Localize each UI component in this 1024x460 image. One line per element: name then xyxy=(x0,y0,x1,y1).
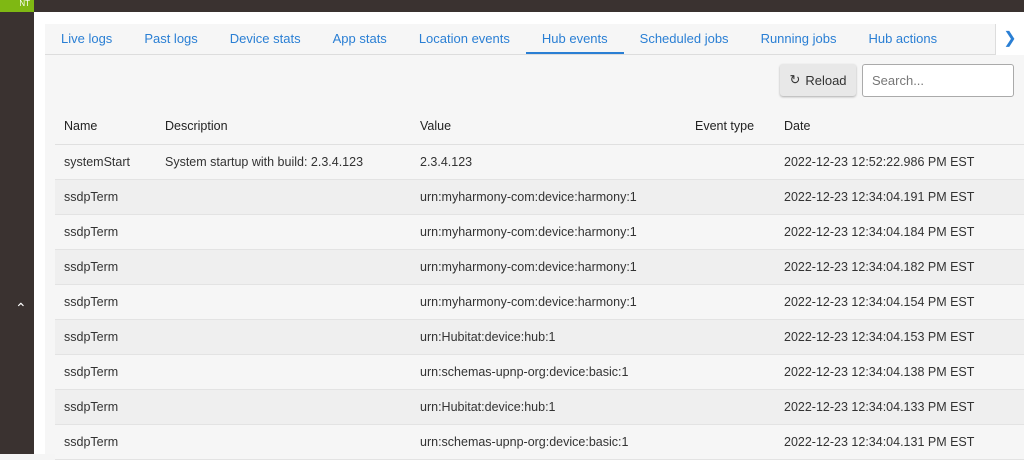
cell-date: 2022-12-23 12:34:04.154 PM EST xyxy=(775,284,1024,320)
logs-panel: Live logs Past logs Device stats App stats L… xyxy=(45,24,1024,460)
table-row[interactable]: ssdpTerm urn:Hubitat:device:hub:1 2022-12-… xyxy=(55,389,1024,425)
cell-value: urn:myharmony-com:device:harmony:1 xyxy=(411,284,686,320)
cell-description xyxy=(156,354,411,390)
hub-events-table: Name Description Value Event type Date syste… xyxy=(55,109,1024,460)
top-bar xyxy=(0,0,1024,12)
table-row[interactable]: ssdpTerm urn:myharmony-com:device:harmony… xyxy=(55,249,1024,285)
cell-description xyxy=(156,389,411,425)
cell-date: 2022-12-23 12:34:04.182 PM EST xyxy=(775,249,1024,285)
main-area: Live logs Past logs Device stats App stats L… xyxy=(34,12,1024,460)
table-row[interactable]: ssdpTerm urn:myharmony-com:device:harmony… xyxy=(55,214,1024,250)
tab-hub-events[interactable]: Hub events xyxy=(525,24,624,54)
tab-device-stats[interactable]: Device stats xyxy=(214,24,317,54)
cell-description xyxy=(156,214,411,250)
refresh-icon: ↻ xyxy=(789,72,801,87)
cell-name: ssdpTerm xyxy=(55,179,156,215)
cell-event-type xyxy=(686,354,775,390)
cell-name: ssdpTerm xyxy=(55,284,156,320)
tab-live-logs[interactable]: Live logs xyxy=(45,24,128,54)
column-header-name[interactable]: Name xyxy=(55,109,156,145)
cell-date: 2022-12-23 12:34:04.184 PM EST xyxy=(775,214,1024,250)
cell-name: ssdpTerm xyxy=(55,354,156,390)
cell-value: urn:myharmony-com:device:harmony:1 xyxy=(411,249,686,285)
cell-event-type xyxy=(686,249,775,285)
cell-date: 2022-12-23 12:34:04.133 PM EST xyxy=(775,389,1024,425)
cell-event-type xyxy=(686,319,775,355)
cell-name: ssdpTerm xyxy=(55,214,156,250)
cell-name: ssdpTerm xyxy=(55,249,156,285)
search-input[interactable] xyxy=(862,64,1014,97)
tab-past-logs[interactable]: Past logs xyxy=(128,24,213,54)
tab-bar: Live logs Past logs Device stats App stats L… xyxy=(45,24,995,55)
column-header-value[interactable]: Value xyxy=(411,109,686,145)
column-header-event-type[interactable]: Event type xyxy=(686,109,775,145)
tab-hub-actions[interactable]: Hub actions xyxy=(852,24,953,54)
cell-description: System startup with build: 2.3.4.123 xyxy=(156,144,411,180)
cell-event-type xyxy=(686,179,775,215)
cell-description xyxy=(156,179,411,215)
cell-date: 2022-12-23 12:34:04.138 PM EST xyxy=(775,354,1024,390)
reload-label: Reload xyxy=(805,72,847,88)
cell-value: urn:Hubitat:device:hub:1 xyxy=(411,319,686,355)
cell-description xyxy=(156,319,411,355)
tab-running-jobs[interactable]: Running jobs xyxy=(745,24,853,54)
cell-name: ssdpTerm xyxy=(55,389,156,425)
tab-app-stats[interactable]: App stats xyxy=(317,24,403,54)
sidebar: ⌃ xyxy=(0,12,34,454)
column-header-date[interactable]: Date xyxy=(775,109,1024,145)
cell-value: urn:myharmony-com:device:harmony:1 xyxy=(411,214,686,250)
cell-date: 2022-12-23 12:34:04.191 PM EST xyxy=(775,179,1024,215)
table-row[interactable]: ssdpTerm urn:myharmony-com:device:harmony… xyxy=(55,284,1024,320)
cell-description xyxy=(156,284,411,320)
cell-event-type xyxy=(686,214,775,250)
cell-event-type xyxy=(686,389,775,425)
table-row[interactable]: systemStart System startup with build: 2.… xyxy=(55,144,1024,180)
cell-value: urn:myharmony-com:device:harmony:1 xyxy=(411,179,686,215)
cell-description xyxy=(156,249,411,285)
table-row[interactable]: ssdpTerm urn:Hubitat:device:hub:1 2022-12-… xyxy=(55,319,1024,355)
tab-scheduled-jobs[interactable]: Scheduled jobs xyxy=(624,24,745,54)
cell-value: 2.3.4.123 xyxy=(411,144,686,180)
column-header-description[interactable]: Description xyxy=(156,109,411,145)
cell-value: urn:schemas-upnp-org:device:basic:1 xyxy=(411,354,686,390)
brand-logo: NT xyxy=(0,0,34,12)
cell-event-type xyxy=(686,144,775,180)
tab-location-events[interactable]: Location events xyxy=(403,24,526,54)
cell-name: ssdpTerm xyxy=(55,319,156,355)
chevron-up-icon[interactable]: ⌃ xyxy=(15,300,27,317)
table-row[interactable]: ssdpTerm urn:schemas-upnp-org:device:basi… xyxy=(55,354,1024,390)
chevron-right-icon[interactable]: ❯ xyxy=(995,24,1024,55)
reload-button[interactable]: ↻ Reload xyxy=(780,64,856,96)
table-header: Name Description Value Event type Date xyxy=(55,109,1024,145)
cell-date: 2022-12-23 12:34:04.153 PM EST xyxy=(775,319,1024,355)
cell-name: systemStart xyxy=(55,144,156,180)
cell-date: 2022-12-23 12:52:22.986 PM EST xyxy=(775,144,1024,180)
table-row[interactable]: ssdpTerm urn:myharmony-com:device:harmony… xyxy=(55,179,1024,215)
cell-event-type xyxy=(686,284,775,320)
cell-value: urn:Hubitat:device:hub:1 xyxy=(411,389,686,425)
